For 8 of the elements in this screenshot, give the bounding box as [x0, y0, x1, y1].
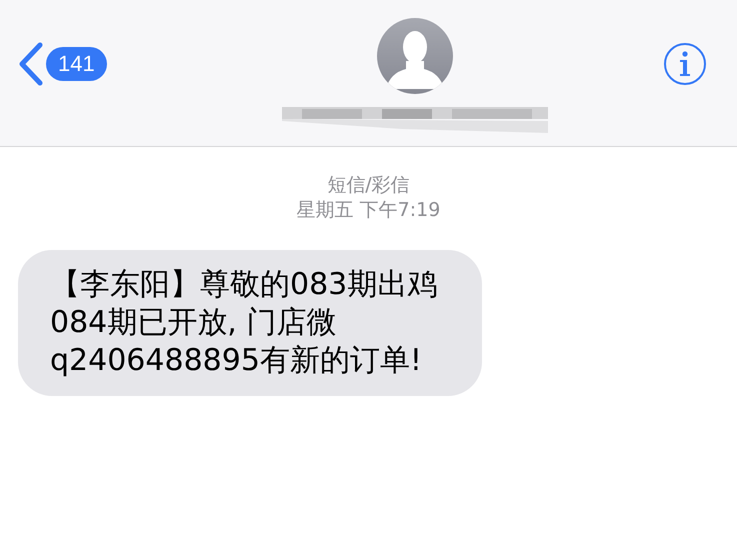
message-timestamp: 星期五 下午7:19 [296, 198, 442, 223]
unread-count-badge: 141 [46, 47, 107, 81]
back-chevron-icon [18, 42, 44, 86]
message-bubble: 【李东阳】尊敬的083期出鸡084期已开放, 门店微q2406488895有新的订单! [18, 250, 482, 396]
message-type-label: 短信/彩信 [326, 173, 411, 198]
info-icon[interactable] [663, 42, 707, 86]
back-button[interactable]: 141 [18, 42, 107, 86]
contact-avatar-icon[interactable] [376, 17, 454, 95]
